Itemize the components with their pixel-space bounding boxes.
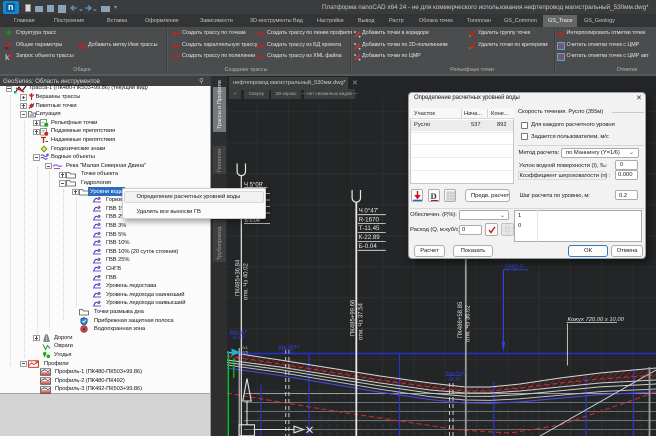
svg-text:К-22.89: К-22.89 [359,234,381,241]
svg-text:отм. Чз 37.54: отм. Чз 37.54 [359,302,365,340]
svg-text:Б-0.04: Б-0.04 [359,243,378,250]
svg-text:Ч 0°47': Ч 0°47' [359,208,379,215]
svg-text:ПК485+36.84: ПК485+36.84 [236,259,242,296]
svg-text:D: D [430,191,436,201]
svg-text:41.24: 41.24 [281,350,293,356]
svg-text:ПК485+99.66: ПК485+99.66 [351,299,357,336]
svg-text:0.1: 0.1 [243,346,248,350]
svg-text:отм. Чз 36.02: отм. Чз 36.02 [466,304,472,342]
svg-text:отм. Чз 40.02: отм. Чз 40.02 [244,262,250,300]
svg-text:M: M [78,42,85,50]
svg-text:42.91: 42.91 [232,335,244,341]
svg-text:k: k [5,53,10,61]
svg-text:38.36: 38.36 [448,377,460,383]
svg-text:0.5: 0.5 [243,351,248,355]
svg-text:ПК486+58.85: ПК486+58.85 [458,301,464,338]
svg-text:R-1670: R-1670 [359,216,380,223]
svg-text:Т-11.45: Т-11.45 [359,225,380,232]
